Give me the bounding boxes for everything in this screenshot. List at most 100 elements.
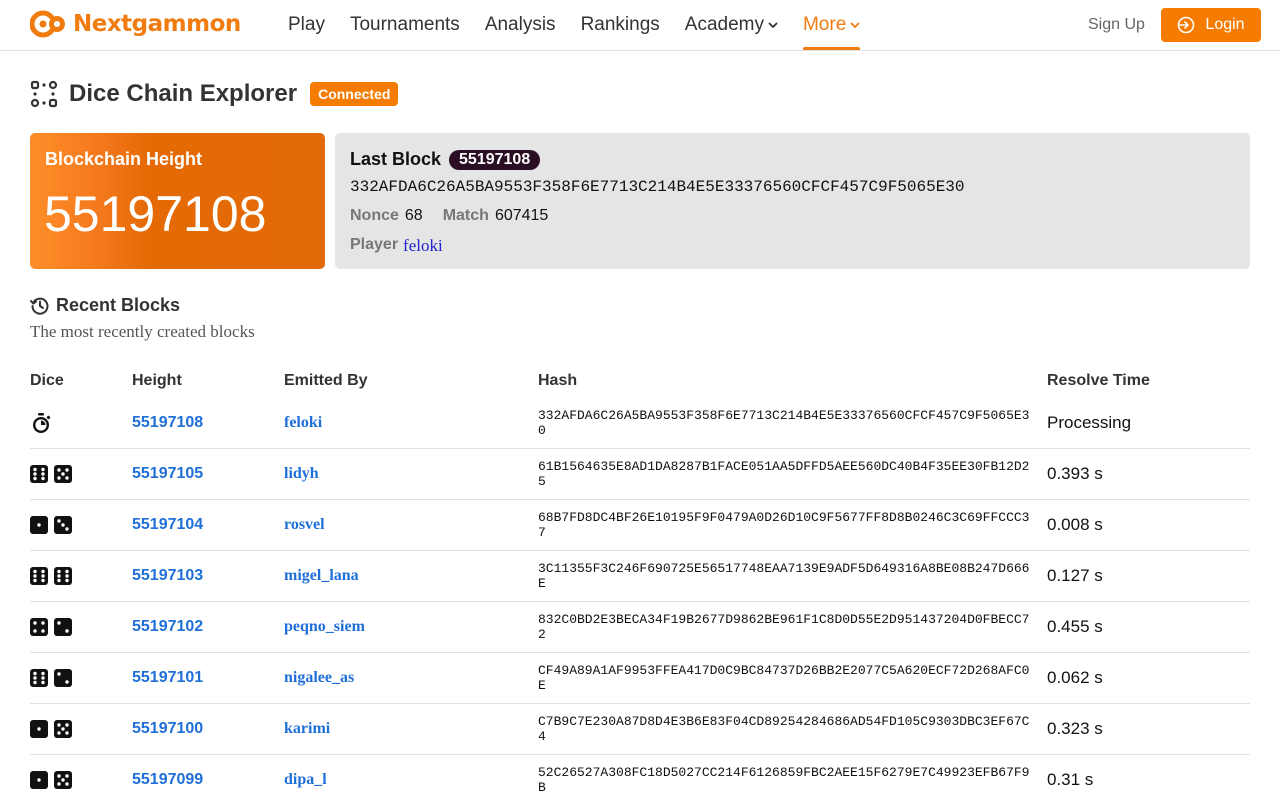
nav-item-label: More — [802, 14, 847, 35]
nonce-field: Nonce 68 — [350, 207, 423, 225]
table-row: 55197102 peqno_siem 832C0BD2E3BECA34F19B26… — [30, 602, 1250, 653]
dice-cell — [30, 567, 132, 585]
column-header-emitted-by: Emitted By — [284, 372, 368, 389]
column-header-resolve-time: Resolve Time — [1047, 372, 1150, 389]
chevron-down-icon — [768, 22, 778, 28]
die-face-3-icon — [54, 516, 72, 534]
dice-cell — [30, 618, 132, 636]
match-value: 607415 — [494, 207, 549, 224]
recent-blocks-header: Recent Blocks — [30, 295, 180, 316]
table-row: 55197105 lidyh 61B1564635E8AD1DA8287B1FACE… — [30, 449, 1250, 500]
recent-blocks-title: Recent Blocks — [56, 295, 181, 315]
block-height-link[interactable]: 55197099 — [132, 771, 284, 789]
page-title: Dice Chain Explorer — [69, 80, 298, 107]
block-height-link[interactable]: 55197103 — [132, 567, 284, 585]
nonce-label: Nonce — [350, 207, 399, 224]
main-nav: Play Tournaments Analysis Rankings Academy Mo… — [288, 0, 885, 50]
column-header-dice: Dice — [30, 372, 64, 389]
block-height-link[interactable]: 55197108 — [132, 414, 284, 432]
resolve-time: 0.393 s — [1047, 464, 1103, 483]
recent-blocks-subtitle: The most recently created blocks — [30, 322, 255, 341]
top-navigation-bar: Nextgammon Play Tournaments Analysis Rankin… — [0, 0, 1280, 51]
block-hash: 332AFDA6C26A5BA9553F358F6E7713C214B4E5E3… — [538, 408, 1030, 438]
resolve-time: 0.127 s — [1047, 566, 1103, 585]
page-header: Dice Chain Explorer Connected — [30, 80, 399, 108]
emitted-by-link[interactable]: karimi — [284, 720, 538, 738]
nav-item-more[interactable]: More — [802, 0, 861, 50]
table-row: 55197099 dipa_l 52C26527A308FC18D5027CC214… — [30, 755, 1250, 800]
column-header-hash: Hash — [538, 372, 578, 389]
last-block-height-pill: 55197108 — [449, 149, 541, 170]
brand-logo[interactable]: Nextgammon — [30, 10, 241, 38]
emitted-by-link[interactable]: rosvel — [284, 516, 538, 534]
block-hash: 3C11355F3C246F690725E56517748EAA7139E9AD… — [538, 561, 1030, 591]
resolve-time: 0.062 s — [1047, 668, 1103, 687]
resolve-time: 0.323 s — [1047, 719, 1103, 738]
nav-item-label: Play — [288, 14, 325, 35]
block-hash: CF49A89A1AF9953FFEA417D0C9BC84737D26BB2E… — [538, 663, 1030, 693]
column-header-height: Height — [132, 372, 182, 389]
blockchain-height-label: Blockchain Height — [45, 149, 203, 169]
block-hash: 68B7FD8DC4BF26E10195F9F0479A0D26D10C9F56… — [538, 510, 1030, 540]
dice-cell — [30, 412, 132, 434]
block-hash: 832C0BD2E3BECA34F19B2677D9862BE961F1C8D0… — [538, 612, 1030, 642]
emitted-by-link[interactable]: dipa_l — [284, 771, 538, 789]
table-row: 55197100 karimi C7B9C7E230A87D8D4E3B6E83F0… — [30, 704, 1250, 755]
player-field: Player feloki — [350, 236, 443, 256]
nonce-value: 68 — [404, 207, 423, 224]
table-row: 55197101 nigalee_as CF49A89A1AF9953FFEA417… — [30, 653, 1250, 704]
die-face-1-icon — [30, 516, 48, 534]
nav-item-label: Analysis — [484, 14, 556, 35]
nav-item-analysis[interactable]: Analysis — [485, 0, 556, 50]
emitted-by-link[interactable]: migel_lana — [284, 567, 538, 585]
die-face-2-icon — [54, 618, 72, 636]
emitted-by-link[interactable]: peqno_siem — [284, 618, 538, 636]
resolve-time: 0.31 s — [1047, 770, 1094, 789]
match-label: Match — [442, 207, 489, 224]
chevron-down-icon — [850, 22, 860, 28]
block-hash: 52C26527A308FC18D5027CC214F6126859FBC2AE… — [538, 765, 1030, 795]
block-height-link[interactable]: 55197104 — [132, 516, 284, 534]
last-block-label: Last Block — [350, 149, 442, 169]
die-face-5-icon — [54, 771, 72, 789]
dice-cell — [30, 720, 132, 738]
table-row: 55197103 migel_lana 3C11355F3C246F690725E5… — [30, 551, 1250, 602]
dice-cell — [30, 771, 132, 789]
player-link[interactable]: feloki — [403, 236, 443, 256]
nav-item-tournaments[interactable]: Tournaments — [350, 0, 460, 50]
emitted-by-link[interactable]: feloki — [284, 414, 538, 432]
blockchain-height-value: 55197108 — [44, 186, 267, 242]
login-button[interactable]: Login — [1161, 8, 1261, 42]
player-label: Player — [350, 236, 399, 253]
nav-item-label: Tournaments — [349, 14, 460, 35]
nav-item-play[interactable]: Play — [288, 0, 325, 50]
resolve-time: 0.455 s — [1047, 617, 1103, 636]
brand-name: Nextgammon — [73, 11, 241, 37]
emitted-by-link[interactable]: lidyh — [284, 465, 538, 483]
match-field: Match 607415 — [443, 207, 549, 225]
die-face-2-icon — [54, 669, 72, 687]
dice-cell — [30, 516, 132, 534]
login-label: Login — [1205, 16, 1245, 33]
block-height-link[interactable]: 55197100 — [132, 720, 284, 738]
table-row: 55197108 feloki 332AFDA6C26A5BA9553F358F6E… — [30, 398, 1250, 449]
nextgammon-logo-icon — [30, 10, 65, 38]
table-row: 55197104 rosvel 68B7FD8DC4BF26E10195F9F047… — [30, 500, 1250, 551]
nav-item-rankings[interactable]: Rankings — [581, 0, 660, 50]
nav-item-academy[interactable]: Academy — [685, 0, 778, 50]
sign-up-link[interactable]: Sign Up — [1088, 16, 1145, 34]
resolve-time: Processing — [1047, 413, 1132, 432]
block-height-link[interactable]: 55197105 — [132, 465, 284, 483]
stopwatch-icon — [33, 413, 51, 433]
dice-cell — [30, 465, 132, 483]
dice-cell — [30, 669, 132, 687]
table-header-row: Dice Height Emitted By Hash Resolve Time — [30, 364, 1250, 398]
emitted-by-link[interactable]: nigalee_as — [284, 669, 538, 687]
blockchain-height-card: Blockchain Height 55197108 — [30, 133, 325, 269]
resolve-time: 0.008 s — [1047, 515, 1103, 534]
nav-item-label: Academy — [684, 14, 764, 35]
block-height-link[interactable]: 55197102 — [132, 618, 284, 636]
block-height-link[interactable]: 55197101 — [132, 669, 284, 687]
last-block-card: Last Block 55197108 332AFDA6C26A5BA9553F… — [335, 133, 1250, 269]
die-face-1-icon — [30, 771, 48, 789]
